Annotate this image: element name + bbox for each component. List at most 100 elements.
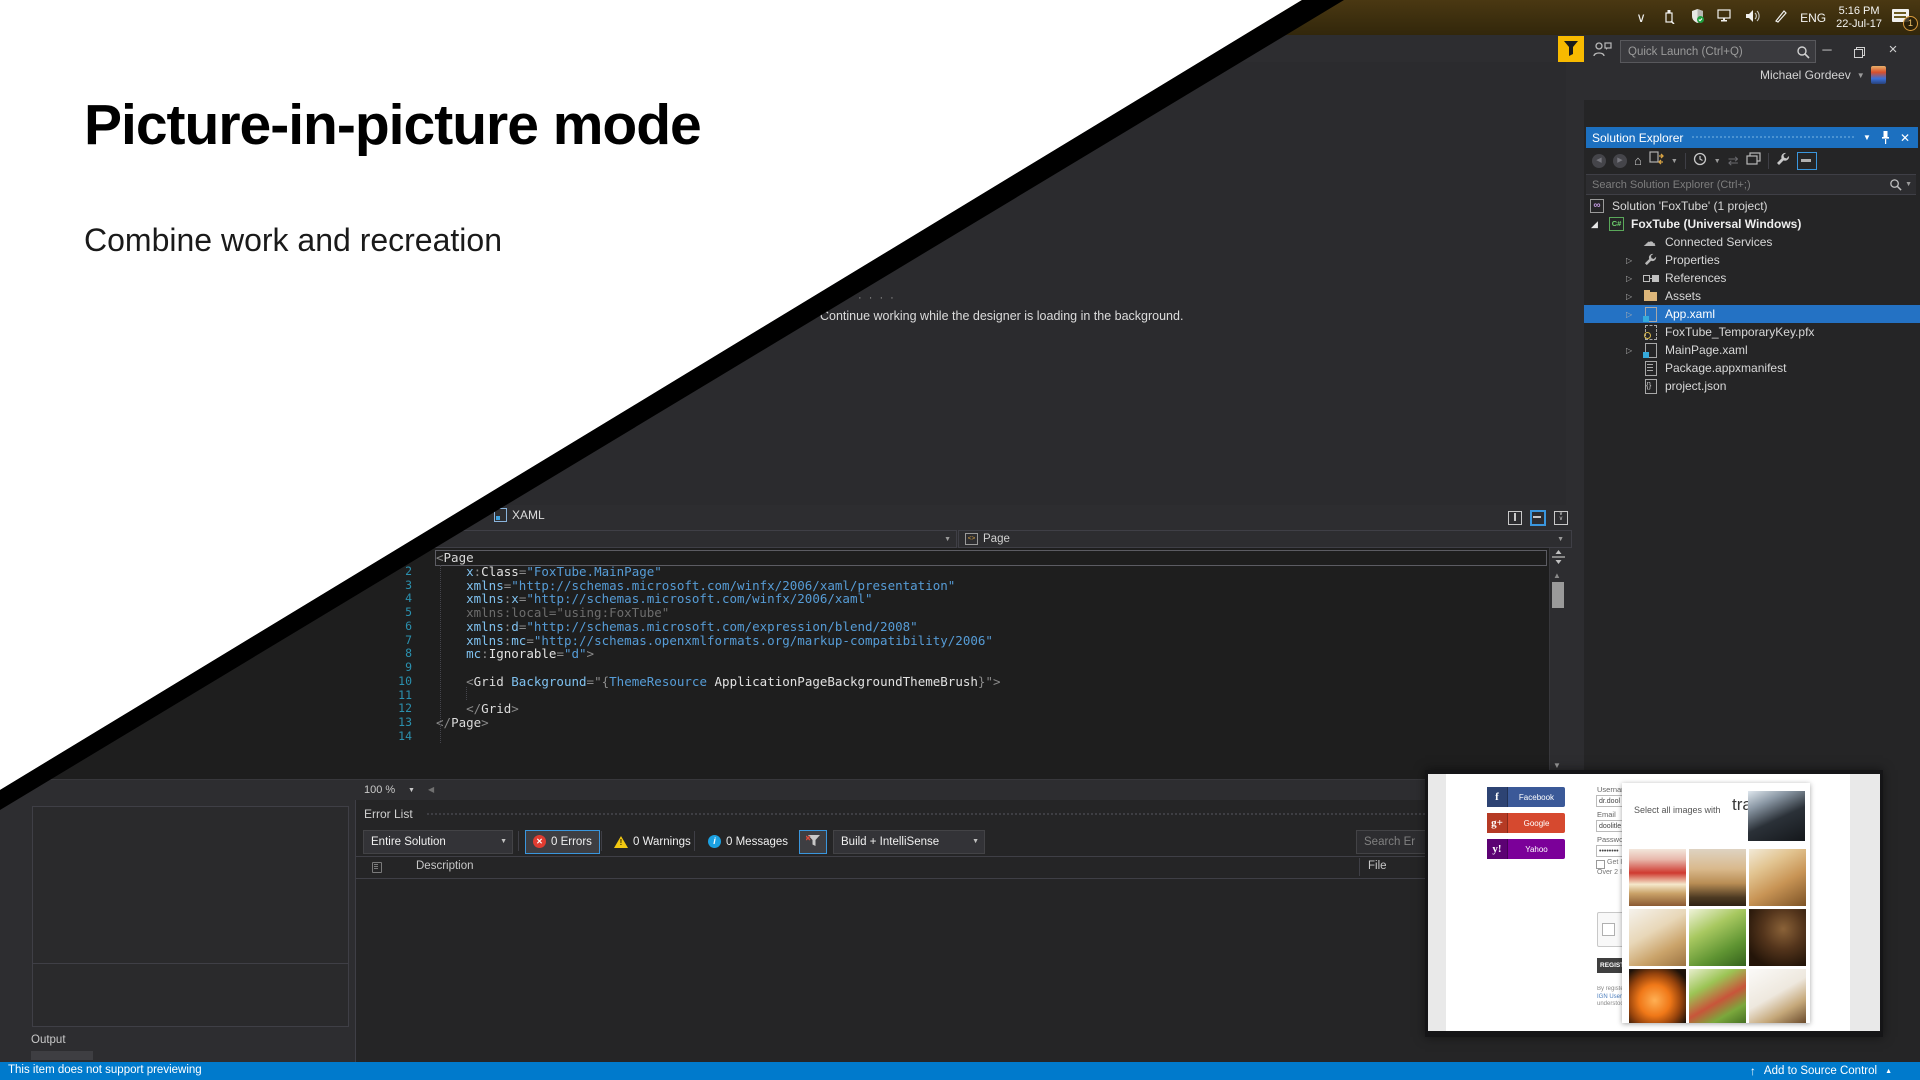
close-button[interactable]: × [1882,41,1904,58]
code-line[interactable]: 12 </Grid> [0,702,1566,716]
filter-button[interactable] [799,830,827,854]
tree-item-properties[interactable]: ▷Properties [1584,251,1920,269]
document-outline-dropdown[interactable]: ▼ [380,530,957,548]
build-intellisense-dropdown[interactable]: Build + IntelliSense▼ [833,830,985,854]
warnings-filter-button[interactable]: ! 0 Warnings [607,831,698,853]
properties-wrench-icon[interactable] [1776,152,1790,171]
captcha-image-iced-drink[interactable] [1689,849,1746,906]
tree-item-project-json[interactable]: {}project.json [1584,377,1920,395]
tree-item-connected-services[interactable]: ☁Connected Services [1584,233,1920,251]
captcha-image-strawberry-cake[interactable] [1629,849,1686,906]
scope-dropdown[interactable]: Entire Solution▼ [363,830,513,854]
tree-item-foxtube-temporarykey-pfx[interactable]: FoxTube_TemporaryKey.pfx [1584,323,1920,341]
panel-drag-handle[interactable] [1691,135,1855,140]
tree-item-assets[interactable]: ▷Assets [1584,287,1920,305]
captcha-image-glowing-bowl[interactable] [1629,969,1686,1023]
editor-vertical-scrollbar[interactable]: ▲ ▼ [1549,548,1567,779]
tree-item-references[interactable]: ▷References [1584,269,1920,287]
vertical-split-icon[interactable] [1508,511,1522,525]
code-line[interactable]: 11 [0,689,1566,703]
picture-in-picture-window[interactable]: fFacebookg+Googley!Yahoo Username dr.doo… [1425,770,1883,1037]
captcha-image-coffee-beans[interactable] [1749,909,1806,966]
network-icon[interactable] [1716,9,1734,26]
zoom-level-dropdown[interactable]: 100 % [364,784,395,796]
pen-icon[interactable] [1772,9,1790,26]
tree-item-package-appxmanifest[interactable]: Package.appxmanifest [1584,359,1920,377]
code-line[interactable]: 13</Page> [0,716,1566,730]
column-description[interactable]: Description [416,860,474,872]
forward-icon[interactable]: ▶ [1613,154,1627,168]
preview-selected-items-toggle[interactable] [1797,152,1817,170]
captcha-image-veggie-salad[interactable] [1689,969,1746,1023]
google-login-button[interactable]: g+Google [1487,813,1565,833]
captcha-image-breakfast-plate[interactable] [1629,909,1686,966]
element-dropdown[interactable]: <> Page ▼ [958,530,1572,548]
language-indicator[interactable]: ENG [1800,11,1826,25]
scrollbar-thumb[interactable] [1552,582,1564,608]
solution-explorer-header[interactable]: Solution Explorer ▼ ✕ [1586,127,1918,148]
account-menu[interactable]: Michael Gordeev ▼ [1760,66,1886,84]
recaptcha-checkbox[interactable] [1602,923,1615,936]
code-line[interactable]: 10 <Grid Background="{ThemeResource Appl… [0,675,1566,689]
action-center-icon[interactable]: 1 [1892,9,1914,27]
avatar[interactable] [1871,66,1886,84]
expander-collapsed-icon[interactable]: ▷ [1626,310,1643,319]
panel-drag-handle[interactable] [426,812,1565,817]
tree-item-app-xaml[interactable]: ▷App.xaml [1584,305,1920,323]
tab-output[interactable]: Output [31,1034,66,1046]
collapse-all-icon[interactable] [1746,152,1761,171]
error-list-column-headers[interactable]: Description File [356,856,1585,879]
minimize-button[interactable]: ─ [1816,42,1838,57]
scroll-down-arrow[interactable]: ▼ [1553,761,1561,770]
close-icon[interactable]: ✕ [1900,131,1910,145]
chevron-down-icon[interactable]: ▼ [1671,158,1678,165]
usb-icon[interactable] [1660,8,1678,27]
captcha-image-salad[interactable] [1689,909,1746,966]
expander-collapsed-icon[interactable]: ▷ [1626,256,1643,265]
tab-xaml[interactable]: XAML [494,508,545,522]
refresh-icon[interactable]: ⇄ [1728,154,1739,168]
home-icon[interactable]: ⌂ [1634,154,1642,168]
solution-explorer-search-input[interactable]: Search Solution Explorer (Ctrl+;) ▼ [1586,174,1916,195]
facebook-login-button[interactable]: fFacebook [1487,787,1565,807]
tree-item-foxtube-universal-windows-[interactable]: ◢C#FoxTube (Universal Windows) [1584,215,1920,233]
window-position-icon[interactable]: ▼ [1863,133,1871,142]
add-to-source-control-button[interactable]: ↑ Add to Source Control ▲ [1750,1064,1892,1078]
column-file[interactable]: File [1368,860,1387,872]
captcha-image-pancakes[interactable] [1749,849,1806,906]
restore-button[interactable] [1848,45,1870,60]
scroll-up-arrow[interactable]: ▲ [1553,571,1561,580]
expander-collapsed-icon[interactable]: ▷ [1626,346,1643,355]
chevron-down-icon[interactable]: ▼ [1905,181,1912,188]
feedback-button[interactable] [1558,36,1584,62]
expand-pane-icon[interactable]: ∨∨ [1554,511,1568,525]
tree-item-mainpage-xaml[interactable]: ▷MainPage.xaml [1584,341,1920,359]
back-icon[interactable]: ◀ [1592,154,1606,168]
code-line[interactable]: 14 [0,730,1566,744]
expander-collapsed-icon[interactable]: ▷ [1626,292,1643,301]
captcha-image-coffee-cup[interactable] [1749,969,1806,1023]
messages-filter-button[interactable]: i 0 Messages [701,831,795,853]
slide-title: Picture-in-picture mode [84,92,701,158]
expander-expanded-icon[interactable]: ◢ [1591,219,1608,230]
volume-icon[interactable] [1744,9,1762,26]
split-grip-icon[interactable] [1552,550,1565,569]
tree-item-solution-foxtube-1-project-[interactable]: ∞Solution 'FoxTube' (1 project) [1584,197,1920,215]
chevron-down-icon[interactable]: ▼ [408,787,415,794]
pin-icon[interactable] [1881,131,1890,144]
scroll-left-arrow[interactable]: ◀ [428,785,434,794]
collapse-pane-icon[interactable] [1530,510,1546,526]
errors-filter-button[interactable]: ✕ 0 Errors [525,830,600,854]
notification-badge: 1 [1903,16,1918,31]
expander-collapsed-icon[interactable]: ▷ [1626,274,1643,283]
newsletter-checkbox[interactable] [1596,860,1605,869]
yahoo-login-button[interactable]: y!Yahoo [1487,839,1565,859]
taskbar-clock[interactable]: 5:16 PM22-Jul-17 [1836,5,1882,31]
pending-changes-filter-icon[interactable] [1693,152,1707,171]
defender-shield-icon[interactable] [1688,8,1706,27]
send-feedback-icon[interactable] [1592,41,1612,63]
quick-launch-input[interactable]: Quick Launch (Ctrl+Q) [1620,40,1816,63]
tray-chevron-icon[interactable]: ∨ [1632,10,1650,26]
chevron-down-icon[interactable]: ▼ [1714,158,1721,165]
sync-with-active-document-icon[interactable] [1649,151,1664,171]
